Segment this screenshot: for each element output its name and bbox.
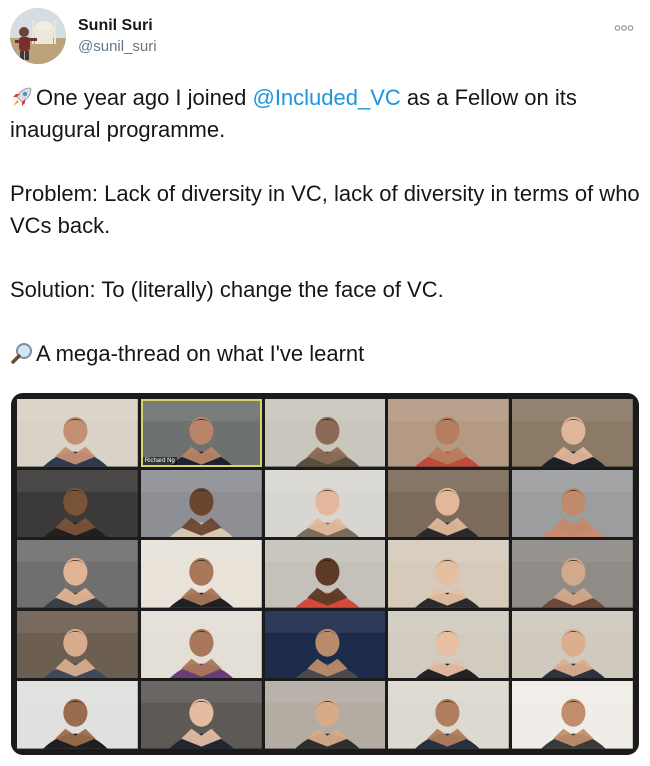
participant-photo	[512, 469, 633, 538]
intro-text-before: One year ago I joined	[36, 85, 253, 110]
participant-photo	[17, 469, 138, 538]
author-names: Sunil Suri @sunil_suri	[78, 16, 157, 57]
thread-text: A mega-thread on what I've learnt	[36, 341, 365, 366]
participant-photo	[388, 540, 510, 608]
participant-photo	[264, 399, 386, 467]
participant-tile	[140, 469, 262, 538]
tweet-header: Sunil Suri @sunil_suri	[10, 8, 640, 66]
paragraph-thread: A mega-thread on what I've learnt	[10, 338, 642, 370]
more-options-button[interactable]	[612, 18, 636, 38]
participant-photo	[512, 540, 633, 608]
participant-tile	[17, 399, 138, 467]
participant-photo	[388, 610, 510, 679]
participant-tile	[264, 469, 386, 538]
mention-link[interactable]: @Included_VC	[252, 85, 400, 110]
participant-tile	[512, 469, 633, 538]
participant-photo	[264, 540, 386, 608]
avatar[interactable]	[10, 8, 66, 64]
participant-photo	[264, 610, 386, 679]
participant-photo	[388, 469, 510, 538]
rocket-icon	[10, 85, 34, 109]
participant-photo	[512, 399, 633, 467]
participant-photo	[512, 681, 633, 749]
participant-tile	[17, 610, 138, 679]
display-name[interactable]: Sunil Suri	[78, 16, 157, 36]
participant-photo	[512, 610, 633, 679]
tweet-text: One year ago I joined @Included_VC as a …	[10, 82, 642, 370]
participant-tile	[388, 610, 510, 679]
participant-tile	[388, 540, 510, 608]
paragraph-intro: One year ago I joined @Included_VC as a …	[10, 82, 642, 146]
participant-photo	[17, 540, 138, 608]
magnifying-glass-icon	[10, 341, 34, 365]
participant-tile	[17, 540, 138, 608]
participant-photo	[17, 610, 138, 679]
participant-tile	[140, 540, 262, 608]
more-dots-icon	[614, 25, 634, 31]
participant-photo	[140, 681, 262, 749]
participant-tile	[264, 681, 386, 749]
participant-tile	[264, 610, 386, 679]
user-handle[interactable]: @sunil_suri	[78, 37, 157, 57]
participant-tile	[388, 469, 510, 538]
paragraph-problem: Problem: Lack of diversity in VC, lack o…	[10, 181, 640, 238]
participant-tile	[512, 681, 633, 749]
participant-name-label: Richard Ng	[142, 456, 177, 465]
participant-photo	[140, 540, 262, 608]
paragraph-solution: Solution: To (literally) change the face…	[10, 277, 444, 302]
participant-photo	[264, 469, 386, 538]
participant-tile	[140, 681, 262, 749]
participant-photo	[140, 610, 262, 679]
participant-tile: Richard Ng	[140, 399, 262, 467]
participant-tile	[264, 399, 386, 467]
participant-photo	[17, 681, 138, 749]
participant-tile	[512, 610, 633, 679]
participant-tile	[388, 399, 510, 467]
participant-tile	[17, 681, 138, 749]
participant-tile	[264, 540, 386, 608]
participant-tile	[512, 399, 633, 467]
video-call-grid: Richard Ng	[17, 399, 633, 749]
participant-photo	[388, 399, 510, 467]
media-image[interactable]: Richard Ng	[11, 393, 639, 755]
participant-tile	[140, 610, 262, 679]
participant-photo	[264, 681, 386, 749]
participant-tile	[17, 469, 138, 538]
participant-photo	[17, 399, 138, 467]
participant-tile	[512, 540, 633, 608]
participant-photo	[388, 681, 510, 749]
participant-tile	[388, 681, 510, 749]
participant-photo	[140, 469, 262, 538]
